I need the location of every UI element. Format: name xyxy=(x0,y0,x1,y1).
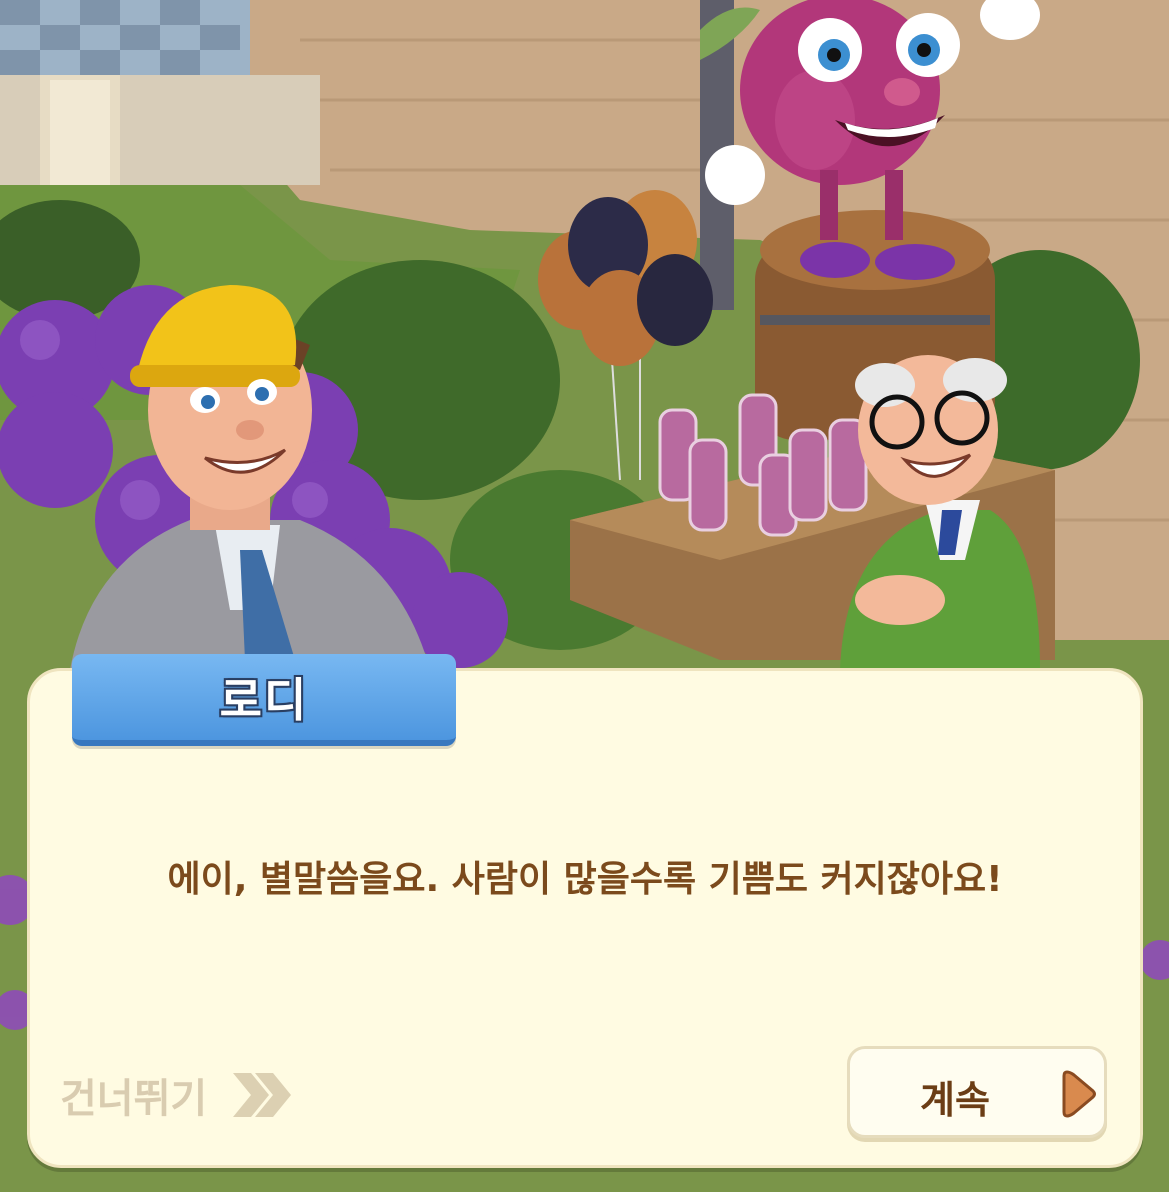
speaker-name-tag: 로디 xyxy=(72,654,456,746)
double-chevron-right-icon xyxy=(233,1073,292,1117)
skip-label: 건너뛰기 xyxy=(60,1076,208,1122)
play-triangle-icon xyxy=(1062,1070,1096,1118)
speaker-name: 로디 xyxy=(219,673,309,727)
skip-button[interactable]: 건너뛰기 xyxy=(60,1060,295,1130)
dialog-message: 에이, 별말씀을요. 사람이 많을수록 기쁨도 커지잖아요! xyxy=(167,859,1003,900)
continue-label: 계속 xyxy=(920,1078,990,1122)
continue-button[interactable]: 계속 xyxy=(847,1046,1107,1138)
